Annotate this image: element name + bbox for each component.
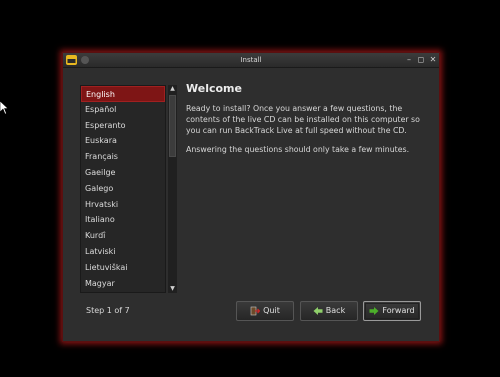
- language-item[interactable]: Lietuviškai: [81, 260, 165, 276]
- scroll-thumb[interactable]: [169, 95, 176, 157]
- language-item[interactable]: Kurdî: [81, 228, 165, 244]
- language-item[interactable]: Gaeilge: [81, 165, 165, 181]
- title-bar[interactable]: Install – ◻ ✕: [63, 53, 439, 68]
- install-window: Install – ◻ ✕ English Español Esperanto Eus…: [62, 52, 440, 342]
- window-title: Install: [240, 56, 262, 64]
- language-item[interactable]: Latviski: [81, 244, 165, 260]
- exit-door-icon: [250, 306, 261, 316]
- language-item[interactable]: Hrvatski: [81, 197, 165, 213]
- back-button[interactable]: Back: [300, 301, 358, 321]
- language-list[interactable]: English Español Esperanto Euskara Français Ga…: [80, 85, 166, 293]
- page-title: Welcome: [186, 82, 242, 95]
- duration-text: Answering the questions should only take…: [186, 145, 410, 154]
- back-label: Back: [325, 306, 346, 315]
- language-item[interactable]: Euskara: [81, 133, 165, 149]
- language-list-scrollbar[interactable]: ▲ ▼: [168, 85, 177, 293]
- arrow-left-icon: [313, 307, 323, 315]
- welcome-panel: Welcome Ready to install? Once you answe…: [186, 82, 426, 163]
- language-item[interactable]: Italiano: [81, 212, 165, 228]
- scroll-down-icon[interactable]: ▼: [168, 285, 177, 293]
- close-icon[interactable]: ✕: [428, 55, 438, 65]
- quit-label: Quit: [263, 306, 280, 315]
- maximize-icon[interactable]: ◻: [416, 55, 426, 65]
- language-item[interactable]: Esperanto: [81, 118, 165, 134]
- step-indicator: Step 1 of 7: [86, 306, 130, 315]
- language-item[interactable]: Español: [81, 102, 165, 118]
- mouse-cursor-icon: [0, 101, 8, 115]
- language-item[interactable]: Français: [81, 149, 165, 165]
- forward-label: Forward: [382, 306, 415, 315]
- language-item[interactable]: English: [81, 86, 165, 102]
- minimize-icon[interactable]: –: [404, 55, 414, 65]
- forward-button[interactable]: Forward: [363, 301, 421, 321]
- quit-button[interactable]: Quit: [236, 301, 294, 321]
- arrow-right-icon: [369, 307, 379, 315]
- scroll-up-icon[interactable]: ▲: [168, 85, 177, 93]
- language-item[interactable]: Galego: [81, 181, 165, 197]
- language-item[interactable]: Magyar: [81, 276, 165, 292]
- intro-text: Ready to install? Once you answer a few …: [186, 104, 420, 135]
